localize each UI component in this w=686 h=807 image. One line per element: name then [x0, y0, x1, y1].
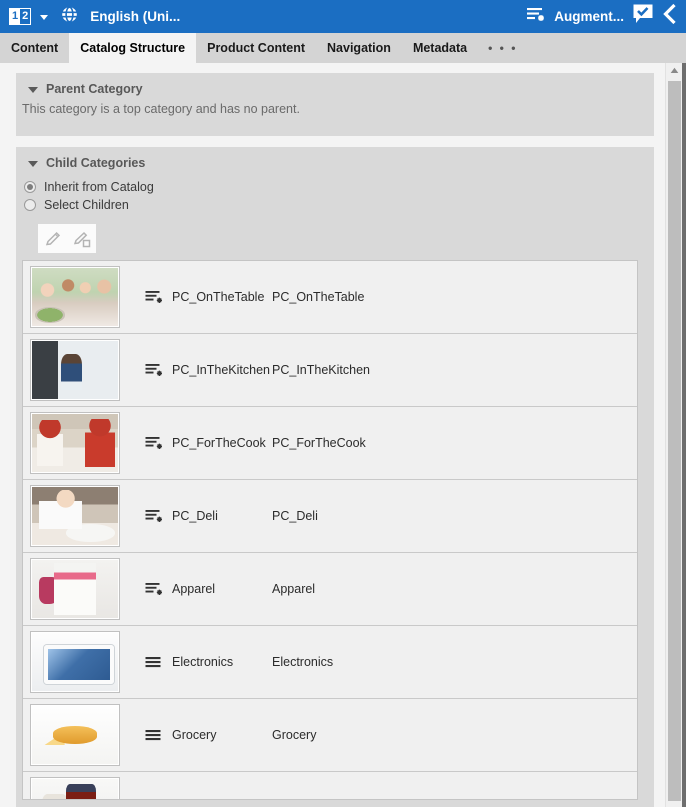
child-categories-panel: Child Categories Inherit from Catalog Se…	[16, 147, 654, 807]
tab-product-content[interactable]: Product Content	[196, 33, 316, 63]
augment-label[interactable]: Augment...	[554, 9, 624, 24]
parent-category-header[interactable]: Parent Category	[16, 73, 654, 96]
category-thumbnail	[30, 266, 120, 328]
version-badge-left: 1	[10, 9, 21, 24]
list-item[interactable]: Electronics Electronics	[23, 626, 637, 699]
list-item[interactable]: PC_OnTheTable PC_OnTheTable	[23, 261, 637, 334]
scroll-up-button[interactable]	[666, 63, 682, 78]
radio-select-children[interactable]: Select Children	[16, 198, 654, 212]
category-name: PC_OnTheTable	[172, 290, 265, 304]
cheese-wheel-photo	[32, 706, 118, 764]
list-asterisk-icon	[145, 508, 165, 524]
child-categories-title: Child Categories	[46, 156, 146, 170]
tab-content[interactable]: Content	[0, 33, 69, 63]
child-categories-list[interactable]: PC_OnTheTable PC_OnTheTable PC_InTheKitc…	[22, 260, 638, 800]
chef-plating-food-photo	[32, 487, 118, 545]
category-identifier: PC_Deli	[272, 509, 318, 523]
radio-button-unselected[interactable]	[24, 199, 36, 211]
list-item[interactable]: PC_InTheKitchen PC_InTheKitchen	[23, 334, 637, 407]
list-asterisk-icon	[145, 362, 165, 378]
category-name: PC_ForTheCook	[172, 436, 266, 450]
parent-category-title: Parent Category	[46, 82, 143, 96]
list-asterisk-icon	[145, 581, 165, 597]
chevron-left-icon[interactable]	[662, 3, 678, 30]
tab-overflow-button[interactable]: • • •	[478, 33, 527, 63]
category-identifier: Electronics	[272, 655, 334, 669]
category-identifier: PC_ForTheCook	[272, 436, 366, 450]
parent-category-note: This category is a top category and has …	[22, 102, 300, 116]
radio-label-select-children: Select Children	[44, 198, 129, 212]
category-thumbnail	[30, 631, 120, 693]
tab-navigation[interactable]: Navigation	[316, 33, 402, 63]
list-item[interactable]: Apparel Apparel	[23, 553, 637, 626]
category-identifier: PC_InTheKitchen	[272, 363, 370, 377]
category-name: PC_InTheKitchen	[172, 363, 270, 377]
category-thumbnail	[30, 339, 120, 401]
category-thumbnail	[30, 777, 120, 799]
parent-category-panel: Parent Category This category is a top c…	[16, 73, 654, 136]
category-thumbnail	[30, 704, 120, 766]
radio-label-inherit: Inherit from Catalog	[44, 180, 154, 194]
white-trousers-pink-top-photo	[32, 560, 118, 618]
category-identifier: Apparel	[272, 582, 316, 596]
list-item[interactable]: PC_ForTheCook PC_ForTheCook	[23, 407, 637, 480]
category-name: PC_Deli	[172, 509, 218, 523]
category-thumbnail	[30, 485, 120, 547]
edit-pencil-icon[interactable]	[41, 227, 65, 251]
version-badge-right: 2	[22, 10, 29, 22]
language-label[interactable]: English (Uni...	[90, 9, 180, 24]
scrollbar-thumb[interactable]	[668, 81, 681, 801]
tab-catalog-structure[interactable]: Catalog Structure	[69, 33, 197, 63]
triangle-down-icon[interactable]	[28, 87, 38, 93]
child-categories-header[interactable]: Child Categories	[16, 147, 654, 170]
chefs-in-kitchen-photo	[32, 414, 118, 472]
topbar-right-group: Augment...	[526, 3, 686, 30]
list-item[interactable]: Grocery Grocery	[23, 699, 637, 772]
category-thumbnail	[30, 558, 120, 620]
edit-in-place-icon[interactable]	[70, 227, 94, 251]
list-item[interactable]: Health Health	[23, 772, 637, 799]
chevron-down-icon[interactable]	[40, 15, 49, 20]
version-compare-badge[interactable]: 1 2	[9, 8, 32, 25]
white-tablet-photo	[32, 633, 118, 691]
category-identifier: Grocery	[272, 728, 317, 742]
top-app-bar: 1 2 English (Uni... Augment...	[0, 0, 686, 33]
woman-in-kitchen-photo	[32, 341, 118, 399]
radio-button-selected[interactable]	[24, 181, 36, 193]
radio-inherit-from-catalog[interactable]: Inherit from Catalog	[16, 180, 654, 194]
main-content-area: Parent Category This category is a top c…	[0, 63, 686, 807]
child-categories-toolbar	[38, 224, 96, 253]
vertical-scrollbar[interactable]	[665, 63, 682, 807]
globe-icon	[61, 5, 78, 28]
triangle-down-icon[interactable]	[28, 161, 38, 167]
category-name: Apparel	[172, 582, 216, 596]
medicine-bottles-photo	[32, 779, 118, 799]
tab-metadata[interactable]: Metadata	[402, 33, 478, 63]
category-thumbnail	[30, 412, 120, 474]
category-identifier: PC_OnTheTable	[272, 290, 365, 304]
list-icon	[145, 654, 165, 670]
list-asterisk-icon[interactable]	[526, 5, 546, 28]
list-asterisk-icon	[145, 435, 165, 451]
tab-bar: Content Catalog Structure Product Conten…	[0, 33, 686, 63]
category-name: Grocery	[172, 728, 217, 742]
list-asterisk-icon	[145, 289, 165, 305]
triangle-up-icon	[670, 67, 678, 73]
list-item[interactable]: PC_Deli PC_Deli	[23, 480, 637, 553]
list-icon	[145, 727, 165, 743]
people-at-table-photo	[32, 268, 118, 326]
category-name: Electronics	[172, 655, 234, 669]
topbar-left-group: 1 2 English (Uni...	[0, 5, 180, 28]
speech-bubble-check-icon[interactable]	[632, 3, 654, 30]
